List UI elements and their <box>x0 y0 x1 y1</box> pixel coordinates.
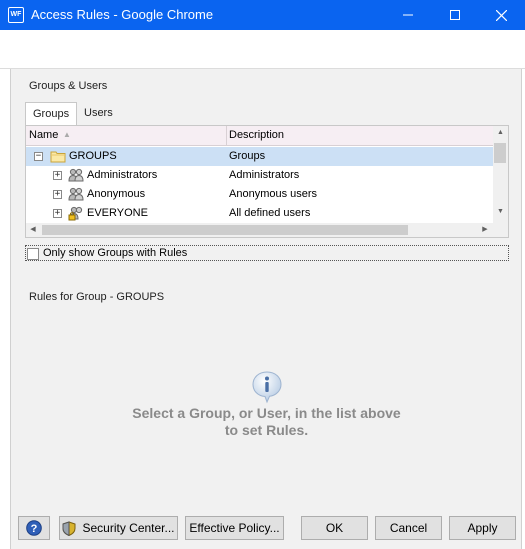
scroll-down-icon[interactable]: ▼ <box>493 205 508 219</box>
app-icon: WF <box>8 7 24 23</box>
scroll-up-icon[interactable]: ▲ <box>493 126 508 140</box>
locked-users-icon <box>68 206 84 221</box>
ok-button[interactable]: OK <box>301 516 368 540</box>
security-center-button[interactable]: Security Center... <box>59 516 178 540</box>
svg-text:?: ? <box>31 523 38 535</box>
row-name: GROUPS <box>69 150 117 162</box>
grid-row-groups[interactable]: − GROUPS Groups <box>26 147 493 166</box>
scrollbar-corner <box>493 223 508 237</box>
effective-policy-button[interactable]: Effective Policy... <box>185 516 284 540</box>
close-button[interactable] <box>478 0 524 30</box>
minimize-icon <box>403 14 413 16</box>
info-icon <box>252 371 282 404</box>
minimize-button[interactable] <box>385 0 431 30</box>
filter-checkbox-label: Only show Groups with Rules <box>43 247 188 259</box>
window-titlebar: WF Access Rules - Google Chrome <box>0 0 525 30</box>
cancel-button[interactable]: Cancel <box>375 516 442 540</box>
horizontal-scrollbar[interactable]: ◀ ▶ <box>26 223 493 237</box>
collapse-icon[interactable]: − <box>34 152 43 161</box>
security-center-label: Security Center... <box>82 521 175 535</box>
tab-users[interactable]: Users <box>77 102 120 125</box>
expand-icon[interactable]: + <box>53 209 62 218</box>
row-name: Administrators <box>87 169 158 181</box>
grid-row-everyone[interactable]: + EVERYONE All defined users <box>26 204 493 223</box>
groups-grid: Name ▲ Description − GROUPS Groups + Adm… <box>25 125 509 238</box>
scroll-right-icon[interactable]: ▶ <box>478 223 492 237</box>
empty-state-line-2: to set Rules. <box>224 422 309 438</box>
window-title: Access Rules - Google Chrome <box>31 7 214 22</box>
users-icon <box>68 168 84 183</box>
grid-row-administrators[interactable]: + Administrators Administrators <box>26 166 493 185</box>
empty-state-line-1: Select a Group, or User, in the list abo… <box>132 405 401 421</box>
users-icon <box>68 187 84 202</box>
maximize-icon <box>450 10 460 20</box>
scroll-left-icon[interactable]: ◀ <box>26 223 40 237</box>
shield-icon <box>62 520 76 536</box>
horizontal-scroll-thumb[interactable] <box>42 225 408 235</box>
browser-toolbar-area <box>0 30 525 69</box>
row-name: EVERYONE <box>87 207 148 219</box>
only-show-groups-with-rules[interactable]: Only show Groups with Rules <box>25 245 509 261</box>
row-description: Groups <box>229 150 266 162</box>
row-name: Anonymous <box>87 188 146 200</box>
expand-icon[interactable]: + <box>53 171 62 180</box>
row-description: All defined users <box>229 207 311 219</box>
column-header-description[interactable]: Description <box>229 129 284 141</box>
expand-icon[interactable]: + <box>53 190 62 199</box>
grid-header: Name ▲ Description <box>26 126 493 146</box>
close-icon <box>495 9 507 21</box>
vertical-scrollbar[interactable]: ▲ ▼ <box>493 126 508 223</box>
help-icon: ? <box>26 520 42 536</box>
filter-checkbox[interactable] <box>27 248 39 260</box>
apply-button[interactable]: Apply <box>449 516 516 540</box>
column-header-name[interactable]: Name <box>29 129 58 141</box>
help-button[interactable]: ? <box>18 516 50 540</box>
row-description: Administrators <box>229 169 300 181</box>
grid-row-anonymous[interactable]: + Anonymous Anonymous users <box>26 185 493 204</box>
column-divider <box>226 126 227 146</box>
sort-caret-icon: ▲ <box>63 130 71 139</box>
vertical-scroll-thumb[interactable] <box>494 143 506 163</box>
rules-heading: Rules for Group - GROUPS <box>29 291 165 303</box>
tab-groups[interactable]: Groups <box>25 102 77 125</box>
row-description: Anonymous users <box>229 188 318 200</box>
groups-users-heading: Groups & Users <box>29 80 108 92</box>
maximize-button[interactable] <box>432 0 478 30</box>
empty-state-message: Select a Group, or User, in the list abo… <box>100 405 433 439</box>
folder-icon <box>50 149 66 164</box>
